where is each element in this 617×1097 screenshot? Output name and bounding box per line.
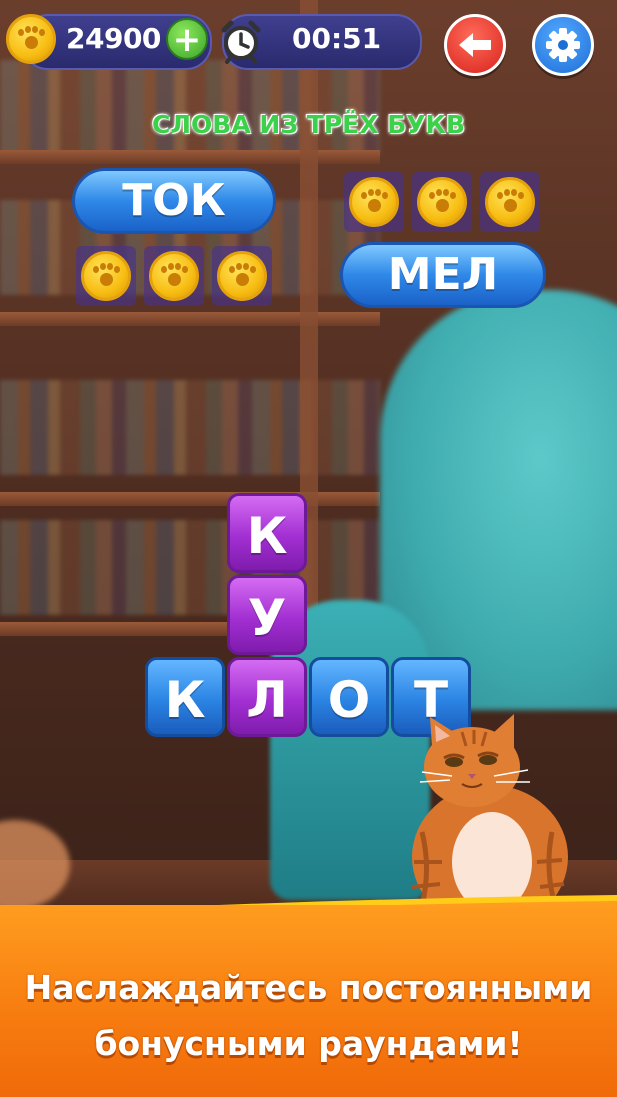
promo-text-line2: бонусными раундами!	[94, 1024, 523, 1063]
paw-coin-icon	[217, 251, 267, 301]
bookshelf-books	[0, 380, 380, 475]
letter-tile[interactable]: О	[309, 657, 389, 737]
reward-coin-slot	[412, 172, 472, 232]
shelf-board	[0, 150, 380, 164]
letter-tile[interactable]: К	[227, 493, 307, 573]
paw-coin-icon	[81, 251, 131, 301]
shelf-board	[0, 312, 380, 326]
paw-coin-icon	[485, 177, 535, 227]
settings-button[interactable]	[532, 14, 594, 76]
shelf-board	[0, 492, 380, 506]
reward-coin-slot	[76, 246, 136, 306]
back-arrow-icon	[459, 33, 491, 57]
letter-tile[interactable]: У	[227, 575, 307, 655]
timer-text: 00:51	[292, 22, 382, 55]
gear-icon	[546, 28, 580, 62]
promo-text: Наслаждайтесь постоянными бонусными раун…	[0, 960, 617, 1072]
bookshelf-books-top	[0, 60, 380, 155]
paw-coin-icon	[6, 14, 56, 64]
alarm-clock-icon	[221, 20, 261, 64]
letter-tile[interactable]: Л	[227, 657, 307, 737]
reward-coin-slot	[480, 172, 540, 232]
promo-text-line1: Наслаждайтесь постоянными	[24, 968, 593, 1007]
buy-coins-button[interactable]: +	[166, 18, 208, 60]
found-word-mel: МЕЛ	[340, 242, 546, 308]
reward-coin-slot	[212, 246, 272, 306]
level-title: СЛОВА ИЗ ТРЁХ БУКВ	[151, 110, 466, 139]
cat-character	[411, 714, 568, 917]
letter-tile[interactable]: К	[145, 657, 225, 737]
paw-coin-icon	[417, 177, 467, 227]
found-word-tok: ТОК	[72, 168, 276, 234]
paw-coin-icon	[149, 251, 199, 301]
reward-coin-slot	[344, 172, 404, 232]
paw-coin-icon	[349, 177, 399, 227]
bookshelf-books	[0, 520, 380, 615]
back-button[interactable]	[444, 14, 506, 76]
coin-count: 24900	[66, 22, 161, 55]
reward-coin-slot	[144, 246, 204, 306]
